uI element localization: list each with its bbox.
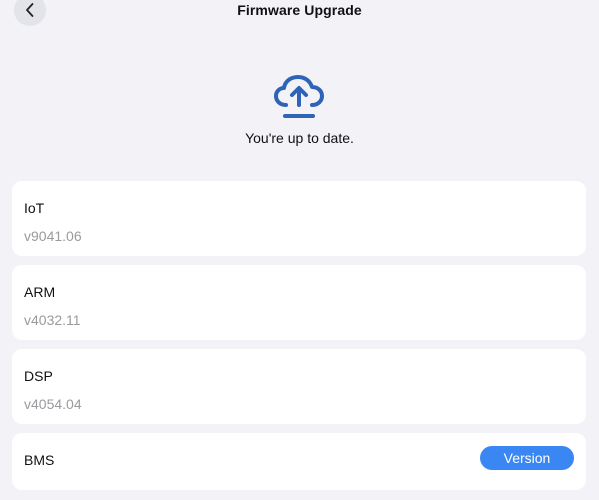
firmware-version: v4032.11	[24, 312, 81, 328]
firmware-card-arm: ARM v4032.11	[12, 265, 586, 340]
firmware-name: BMS	[24, 452, 55, 468]
page-title: Firmware Upgrade	[237, 2, 362, 18]
cloud-upload-icon	[274, 75, 324, 118]
firmware-version: v4054.04	[24, 396, 82, 412]
firmware-name: DSP	[24, 368, 53, 384]
firmware-card-bms: BMS Version	[12, 433, 586, 490]
firmware-card-iot: IoT v9041.06	[12, 181, 586, 256]
version-button[interactable]: Version	[480, 446, 574, 470]
firmware-card-dsp: DSP v4054.04	[12, 349, 586, 424]
firmware-version: v9041.06	[24, 228, 82, 244]
status-message: You're up to date.	[245, 130, 354, 146]
firmware-name: ARM	[24, 284, 56, 300]
firmware-name: IoT	[24, 200, 45, 216]
